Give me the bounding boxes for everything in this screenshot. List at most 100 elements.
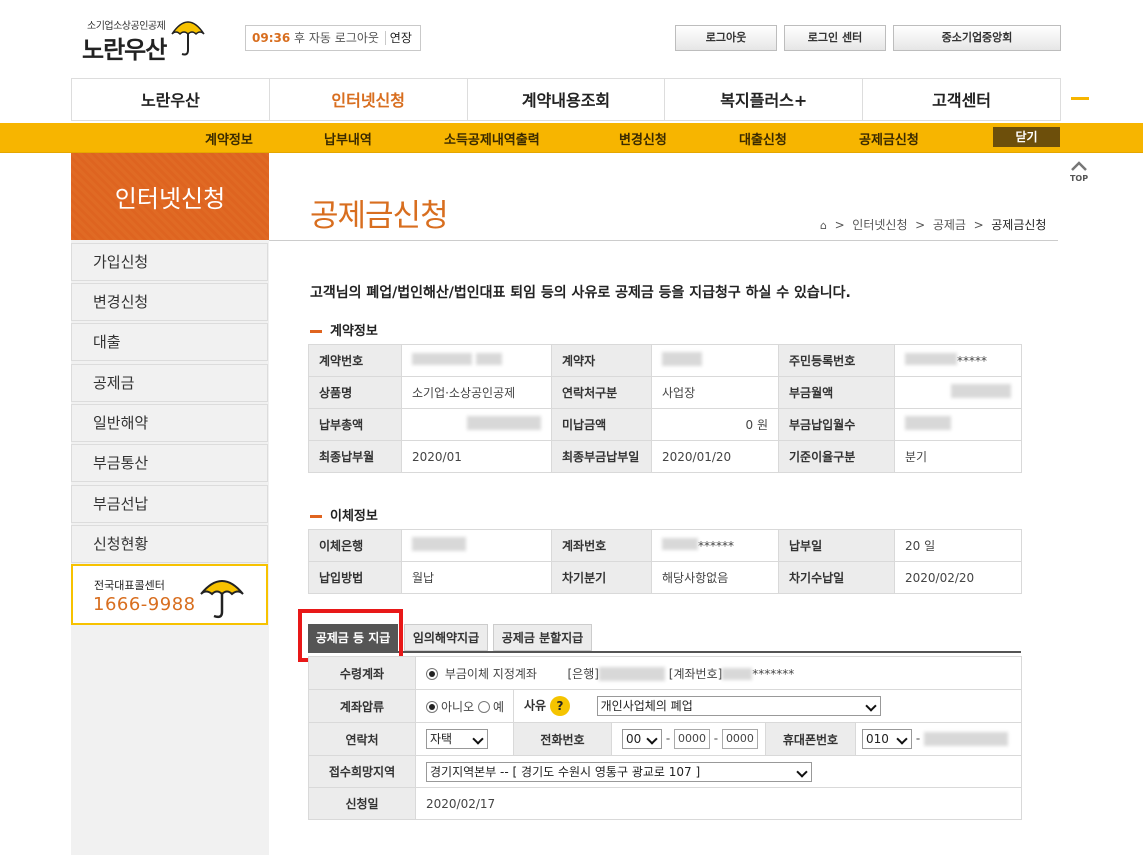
sidebar-item-prepay[interactable]: 부금선납	[71, 485, 268, 523]
label-method: 납입방법	[308, 561, 402, 594]
table-row: 납입방법 월납 차기분기 해당사항없음 차기수납일 2020/02/20	[308, 561, 1022, 594]
extend-button[interactable]: 연장	[384, 31, 412, 45]
account-prefix: [계좌번호]	[668, 666, 723, 681]
section-contract-info: 계약정보	[310, 320, 378, 339]
label-receive-account: 수령계좌	[308, 656, 416, 690]
label-contact-type: 연락처구분	[551, 376, 652, 409]
highlight-box	[298, 609, 403, 662]
form-account-suffix: *******	[752, 666, 795, 681]
subnav-item-loan[interactable]: 대출신청	[739, 129, 787, 148]
label-next-quarter: 차기분기	[551, 561, 652, 594]
breadcrumb: ⌂ > 인터넷신청 > 공제금 > 공제금신청	[820, 218, 1047, 232]
seizure-yes-radio[interactable]	[477, 701, 490, 713]
breadcrumb-item[interactable]: 공제금	[933, 218, 966, 232]
value-bank	[401, 529, 552, 562]
reason-cell: 사유 ? 개인사업체의 폐업	[512, 689, 1023, 723]
seizure-no-radio[interactable]	[426, 701, 438, 713]
sidebar-item-change[interactable]: 변경신청	[71, 283, 268, 321]
sidebar-item-cancel[interactable]: 일반해약	[71, 404, 268, 442]
label-product: 상품명	[308, 376, 402, 409]
contract-table: 계약번호 계약자 주민등록번호 ***** 상품명 소기업·소상공인공제 연락처…	[308, 344, 1022, 473]
top-label: TOP	[1069, 174, 1089, 183]
intro-text: 고객님의 폐업/법인해산/법인대표 퇴임 등의 사유로 공제금 등을 지급청구 …	[310, 285, 851, 301]
mobile-prefix-select[interactable]: 010	[862, 729, 912, 749]
logout-button[interactable]: 로그아웃	[675, 25, 777, 51]
value-months	[894, 408, 1022, 441]
home-icon[interactable]: ⌂	[820, 219, 827, 232]
value-mobile: 010 -	[854, 722, 1023, 756]
label-contractor: 계약자	[551, 344, 652, 377]
kbiz-button[interactable]: 중소기업중앙회	[893, 25, 1061, 51]
section-marker	[310, 330, 322, 333]
sidebar-item-status[interactable]: 신청현황	[71, 525, 268, 563]
label-total-paid: 납부총액	[308, 408, 402, 441]
region-select[interactable]: 경기지역본부 -- [ 경기도 수원시 영통구 광교로 107 ]	[426, 761, 812, 782]
phone-last-input[interactable]: 0000	[721, 729, 758, 749]
subnav-item-contract-info[interactable]: 계약정보	[205, 129, 253, 148]
section-marker	[310, 515, 322, 518]
value-pay-day: 20 일	[894, 529, 1022, 562]
subnav-item-change[interactable]: 변경신청	[619, 129, 667, 148]
call-center-label: 전국대표콜센터	[94, 579, 165, 592]
scroll-top-button[interactable]: TOP	[1068, 160, 1090, 183]
sidebar-item-merge[interactable]: 부금통산	[71, 444, 268, 482]
label-mobile: 휴대폰번호	[765, 722, 856, 756]
value-rate-type: 분기	[894, 440, 1022, 473]
reason-select[interactable]: 개인사업체의 폐업	[596, 696, 881, 716]
table-row: 신청일 2020/02/17	[308, 787, 1023, 820]
timer-text: 후 자동 로그아웃	[294, 31, 379, 45]
claim-form: 수령계좌 부금이체 지정계좌 [은행] [계좌번호] ******* 계좌압류 아…	[308, 656, 1023, 820]
gnb-item-contract[interactable]: 계약내용조회	[466, 79, 665, 120]
gnb-item-internet[interactable]: 인터넷신청	[268, 79, 467, 120]
label-phone: 전화번호	[513, 722, 612, 756]
chevron-up-icon	[1071, 161, 1087, 171]
phone-area-select[interactable]: 00	[622, 729, 662, 749]
menu-icon[interactable]	[1071, 97, 1089, 100]
value-unpaid: 0 원	[651, 408, 779, 441]
label-next-date: 차기수납일	[778, 561, 895, 594]
label-last-date: 최종부금납부일	[551, 440, 652, 473]
help-icon[interactable]: ?	[549, 696, 570, 716]
value-contact: 자택	[415, 722, 514, 756]
gnb-item-welfare[interactable]: 복지플러스+	[664, 79, 862, 120]
table-row: 최종납부월 2020/01 최종부금납부일 2020/01/20 기준이율구분 …	[308, 440, 1022, 473]
section-title: 이체정보	[330, 509, 378, 524]
subnav-item-tax-print[interactable]: 소득공제내역출력	[444, 129, 540, 148]
subnav-item-payments[interactable]: 납부내역	[324, 129, 372, 148]
umbrella-icon	[200, 580, 244, 619]
phone-mid-input[interactable]: 0000	[673, 729, 710, 749]
breadcrumb-item[interactable]: 인터넷신청	[852, 218, 907, 232]
table-row: 접수희망지역 경기지역본부 -- [ 경기도 수원시 영통구 광교로 107 ]	[308, 755, 1023, 788]
value-last-date: 2020/01/20	[651, 440, 779, 473]
value-contractor	[651, 344, 779, 377]
label-bank: 이체은행	[308, 529, 402, 562]
sidebar-item-loan[interactable]: 대출	[71, 323, 268, 361]
value-method: 월납	[401, 561, 552, 594]
receive-radio[interactable]	[426, 668, 438, 680]
close-button[interactable]: 닫기	[993, 127, 1060, 147]
logo-text[interactable]: 노란우산	[82, 30, 167, 65]
table-row: 연락처 자택 전화번호 00 - 0000 - 0000 휴대폰번호 010 -	[308, 722, 1023, 756]
value-phone: 00 - 0000 - 0000	[611, 722, 766, 756]
value-rrn: *****	[894, 344, 1022, 377]
table-row: 상품명 소기업·소상공인공제 연락처구분 사업장 부금월액	[308, 376, 1022, 409]
timer-value: 09:36	[252, 31, 291, 45]
gnb-item-norang[interactable]: 노란우산	[71, 79, 269, 120]
value-contact-type: 사업장	[651, 376, 779, 409]
account-suffix: ******	[698, 539, 734, 553]
tab-voluntary-cancel[interactable]: 임의해약지급	[404, 624, 488, 651]
contact-select[interactable]: 자택	[426, 729, 488, 749]
subnav-item-claim[interactable]: 공제금신청	[859, 129, 919, 148]
label-contract-no: 계약번호	[308, 344, 402, 377]
login-center-button[interactable]: 로그인 센터	[784, 25, 886, 51]
main-nav: 노란우산 인터넷신청 계약내용조회 복지플러스+ 고객센터	[71, 78, 1061, 121]
sidebar-item-join[interactable]: 가입신청	[71, 243, 268, 281]
sidebar-item-benefit[interactable]: 공제금	[71, 364, 268, 402]
table-row: 수령계좌 부금이체 지정계좌 [은행] [계좌번호] *******	[308, 656, 1023, 690]
label-rate-type: 기준이율구분	[778, 440, 895, 473]
page-title: 공제금신청	[310, 198, 449, 234]
label-unpaid: 미납금액	[551, 408, 652, 441]
gnb-item-customer[interactable]: 고객센터	[862, 79, 1061, 120]
title-divider	[269, 240, 1058, 241]
tab-installment[interactable]: 공제금 분할지급	[493, 624, 592, 651]
